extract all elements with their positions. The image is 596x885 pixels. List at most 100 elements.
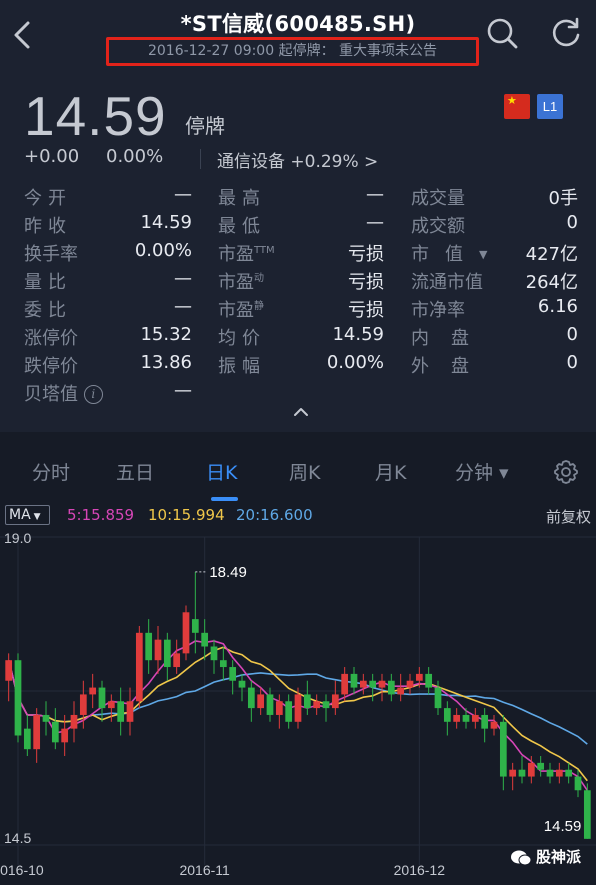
candle-body <box>23 728 31 750</box>
stat-value: — <box>366 212 384 233</box>
candle-body <box>518 769 526 777</box>
settings-gear-icon[interactable] <box>553 459 579 485</box>
stat-value: 0.00% <box>326 352 384 373</box>
stat-label: 昨收 <box>24 216 72 237</box>
watermark-brand: 股神派 <box>536 848 582 866</box>
candle-body <box>182 612 190 654</box>
tab-minute[interactable]: 分钟 ▾ <box>455 458 509 485</box>
stat-label: 最低 <box>218 216 266 237</box>
indicator-selector[interactable]: MA ▼ <box>5 505 50 525</box>
candle-body <box>135 632 143 702</box>
refresh-icon[interactable] <box>549 16 583 50</box>
candle-body <box>415 673 423 681</box>
pe-static-label: 市盈静 <box>218 296 264 322</box>
level-badge[interactable]: L1 <box>537 94 563 119</box>
y-axis-max-label: 19.0 <box>4 530 31 546</box>
tab-weekly-k[interactable]: 周K <box>289 458 320 485</box>
info-icon[interactable]: i <box>83 385 103 404</box>
stat-value: 0手 <box>548 188 578 209</box>
stat-value: 6.16 <box>537 296 578 317</box>
stat-label: 成交量 <box>411 188 465 209</box>
period-tabs: 分时 五日 日K 周K 月K 分钟 ▾ <box>0 440 596 502</box>
candle-body <box>275 701 283 715</box>
tab-monthly-k[interactable]: 月K <box>375 458 406 485</box>
candle-body <box>313 701 321 709</box>
candle-body <box>14 660 22 736</box>
stat-value: 0 <box>566 352 578 373</box>
stat-label-sup: 动 <box>254 273 264 284</box>
candle-body <box>5 660 13 681</box>
dropdown-caret-icon: ▼ <box>479 248 488 261</box>
ma10-value: 10:15.994 <box>148 506 225 524</box>
x-axis-label: 2016-12 <box>394 862 446 878</box>
candle-body <box>303 694 311 709</box>
stat-value: — <box>174 184 192 205</box>
stat-label: 成交额 <box>411 216 465 237</box>
candle-body <box>42 714 50 722</box>
candle-body <box>453 714 461 722</box>
candle-body <box>499 721 507 777</box>
stat-value: 亏损 <box>348 244 384 265</box>
price-adjust-toggle[interactable]: 前复权 <box>546 506 591 527</box>
candle-body <box>443 708 451 722</box>
stat-label: 市盈 <box>218 300 254 321</box>
stat-value: — <box>174 268 192 289</box>
stat-label: 委比 <box>24 300 72 321</box>
candle-body <box>126 701 134 722</box>
pe-ttm-label: 市盈TTM <box>218 240 275 266</box>
price-change-pct: 0.00% <box>106 146 164 167</box>
candle-body <box>471 714 479 722</box>
sector-link[interactable]: 通信设备 +0.29% > <box>217 147 378 172</box>
candle-body <box>555 769 563 777</box>
stat-value: 427亿 <box>525 244 578 265</box>
candle-body <box>163 639 171 668</box>
stat-value: — <box>174 380 192 401</box>
candle-body <box>33 714 41 750</box>
beta-label: 贝塔值 i <box>24 380 103 406</box>
stat-label: 换手率 <box>24 244 78 265</box>
stat-value: 13.86 <box>140 352 192 373</box>
candle-body <box>574 776 582 791</box>
stat-value: — <box>174 296 192 317</box>
stat-label: 市值 <box>411 244 479 265</box>
tab-intraday[interactable]: 分时 <box>32 458 70 485</box>
candlestick-chart[interactable]: 19.0 14.5 2016-10 2016-11 2016-12 18.49 14.59 <box>0 529 596 885</box>
stat-value: 亏损 <box>348 272 384 293</box>
candle-body <box>546 769 554 777</box>
candle-body <box>369 680 377 688</box>
stat-label: 均价 <box>218 328 266 349</box>
ma20-value: 20:16.600 <box>236 506 313 524</box>
stat-label: 市净率 <box>411 300 465 321</box>
stat-label: 流通市值 <box>411 272 483 293</box>
candle-body <box>257 694 265 709</box>
candle-body <box>247 687 255 709</box>
candle-body <box>117 701 125 722</box>
last-price-annotation: 14.59 <box>544 818 582 835</box>
search-icon[interactable] <box>485 16 519 50</box>
y-axis-min-label: 14.5 <box>4 830 31 846</box>
candle-body <box>537 762 545 770</box>
candle-body <box>406 680 414 688</box>
stat-label: 跌停价 <box>24 356 78 377</box>
candle-body <box>462 714 470 722</box>
ma5-value: 5:15.859 <box>67 506 135 524</box>
stat-value: 0.00% <box>134 240 192 261</box>
candle-body <box>266 694 274 715</box>
stat-value: 亏损 <box>348 300 384 321</box>
candle-body <box>331 694 339 709</box>
tab-five-day[interactable]: 五日 <box>116 458 154 485</box>
high-price-annotation: 18.49 <box>209 564 247 581</box>
wechat-logo-icon <box>511 850 532 866</box>
stat-value: 0 <box>566 212 578 233</box>
candle-body <box>322 701 330 709</box>
stat-label: 市盈 <box>218 244 254 265</box>
x-axis-label: 2016-10 <box>0 862 44 878</box>
tab-daily-k[interactable]: 日K <box>206 458 237 485</box>
quote-panel: 14.59 停牌 ★ L1 +0.00 0.00% 通信设备 +0.29% > … <box>0 70 596 432</box>
candle-body <box>173 653 181 668</box>
candle-body <box>285 701 293 722</box>
collapse-chevron-icon[interactable] <box>292 404 310 418</box>
last-price: 14.59 <box>24 85 167 147</box>
market-cap-label[interactable]: 市值▼ <box>411 240 487 266</box>
stat-label: 内盘 <box>411 328 491 349</box>
